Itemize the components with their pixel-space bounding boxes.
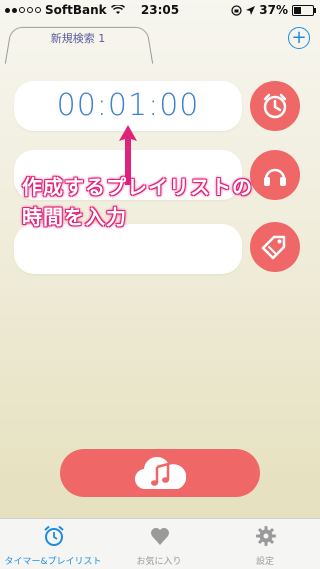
- tag-icon: [261, 235, 286, 260]
- create-playlist-button[interactable]: [60, 449, 260, 497]
- tab-favorites[interactable]: お気に入り: [106, 519, 212, 569]
- rotation-lock-icon: [231, 4, 242, 16]
- alarm-clock-icon: [44, 525, 64, 546]
- tab-settings-label: 設定: [255, 557, 274, 567]
- tab-timer-playlist-label: タイマー&プレイリスト: [4, 557, 102, 567]
- gear-icon: [256, 526, 276, 546]
- heart-icon: [151, 528, 169, 545]
- clock-icon: [263, 93, 287, 119]
- battery-percentage: 37%: [259, 3, 288, 17]
- timer-button[interactable]: [250, 81, 300, 131]
- location-arrow-icon: [246, 5, 256, 15]
- cloud-music-icon: [135, 456, 186, 490]
- tab-settings[interactable]: 設定: [212, 519, 318, 569]
- timer-value[interactable]: 00:01:00: [14, 88, 242, 123]
- annotation-line-1: 作成するプレイリストの: [22, 175, 253, 199]
- search-tab-strip: 新規検索 1 +: [0, 20, 320, 64]
- add-tab-button[interactable]: +: [288, 27, 310, 49]
- annotation-text: 作成するプレイリストの 時間を入力: [22, 172, 302, 232]
- tab-new-search-label[interactable]: 新規検索 1: [8, 30, 148, 46]
- bottom-tab-bar: タイマー&プレイリスト お気に入り 設定: [0, 518, 320, 569]
- status-bar: SoftBank 23:05 37%: [0, 0, 320, 20]
- timer-field[interactable]: 00:01:00: [14, 81, 242, 131]
- status-right: 37%: [231, 3, 316, 17]
- annotation-line-2: 時間を入力: [22, 205, 127, 229]
- tab-favorites-label: お気に入り: [136, 557, 182, 567]
- battery-icon: [292, 4, 316, 16]
- tab-timer-playlist[interactable]: タイマー&プレイリスト: [0, 519, 106, 569]
